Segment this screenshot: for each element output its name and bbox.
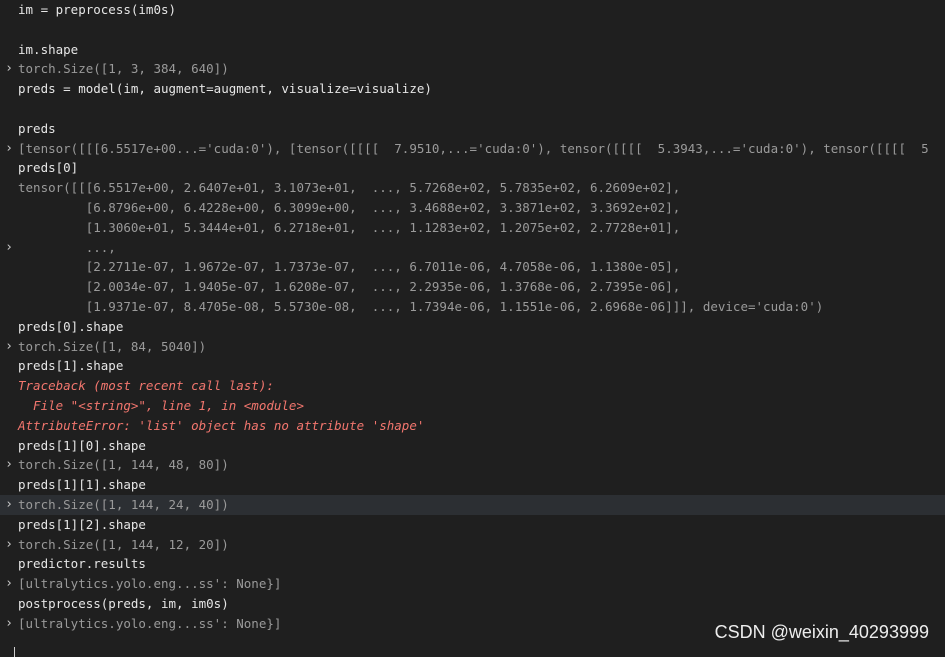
console-output-line[interactable]: › ...,	[0, 238, 945, 258]
console-line-text: predictor.results	[18, 556, 146, 572]
console-line-text: [tensor([[[6.5517e+00...='cuda:0'), [ten…	[18, 140, 929, 156]
console-line-text: torch.Size([1, 144, 24, 40])	[18, 496, 229, 512]
console-input-line: preds = model(im, augment=augment, visua…	[0, 79, 945, 99]
console-line-text: preds = model(im, augment=augment, visua…	[18, 81, 432, 97]
console-input-line: postprocess(preds, im, im0s)	[0, 594, 945, 614]
expand-chevron-icon[interactable]: ›	[2, 614, 16, 634]
console-line-text: File "<string>", line 1, in <module>	[18, 397, 304, 413]
console-output-line[interactable]: › torch.Size([1, 144, 12, 20])	[0, 535, 945, 555]
console-line-text: [ultralytics.yolo.eng...ss': None}]	[18, 615, 282, 631]
console-line-text: preds[0]	[18, 160, 79, 176]
console-input-line: preds[0]	[0, 158, 945, 178]
console-input-line: preds[1][2].shape	[0, 515, 945, 535]
watermark: CSDN @weixin_40293999	[714, 622, 929, 642]
expand-chevron-icon[interactable]: ›	[2, 337, 16, 357]
console-line-text: torch.Size([1, 144, 48, 80])	[18, 457, 229, 473]
console-input-line: preds	[0, 119, 945, 139]
console-input-line: preds[1].shape	[0, 356, 945, 376]
debug-console-output: im = preprocess(im0s) im.shape › torch.Size…	[0, 0, 945, 634]
console-output-line[interactable]: › torch.Size([1, 144, 24, 40])	[0, 494, 945, 515]
console-line-text: preds[1][2].shape	[18, 516, 146, 532]
console-output-line: [6.8796e+00, 6.4228e+00, 6.3099e+00, ...…	[0, 198, 945, 218]
console-input-line: preds[1][0].shape	[0, 436, 945, 456]
console-input-line: im.shape	[0, 40, 945, 60]
expand-chevron-icon[interactable]: ›	[2, 59, 16, 79]
console-output-line: tensor([[[6.5517e+00, 2.6407e+01, 3.1073…	[0, 178, 945, 198]
console-line-text: [ultralytics.yolo.eng...ss': None}]	[18, 576, 282, 592]
console-line-text: tensor([[[6.5517e+00, 2.6407e+01, 3.1073…	[18, 180, 681, 196]
console-line-text: preds[1][0].shape	[18, 437, 146, 453]
console-line-text: torch.Size([1, 3, 384, 640])	[18, 61, 229, 77]
console-line-text: [2.2711e-07, 1.9672e-07, 1.7373e-07, ...…	[18, 259, 681, 275]
expand-chevron-icon[interactable]: ›	[2, 455, 16, 475]
console-output-line[interactable]: › [tensor([[[6.5517e+00...='cuda:0'), [te…	[0, 139, 945, 159]
expand-chevron-icon[interactable]: ›	[2, 535, 16, 555]
console-input-line: preds[1][1].shape	[0, 475, 945, 495]
console-line-text: im = preprocess(im0s)	[18, 2, 177, 17]
console-output-line: [1.3060e+01, 5.3444e+01, 6.2718e+01, ...…	[0, 218, 945, 238]
console-output-line: [2.2711e-07, 1.9672e-07, 1.7373e-07, ...…	[0, 257, 945, 277]
console-line-text: torch.Size([1, 144, 12, 20])	[18, 536, 229, 552]
console-line-text: preds[0].shape	[18, 318, 124, 334]
console-line-text: ...,	[18, 239, 116, 255]
expand-chevron-icon[interactable]: ›	[2, 574, 16, 594]
console-error-line: AttributeError: 'list' object has no att…	[0, 416, 945, 436]
console-input-line: predictor.results	[0, 554, 945, 574]
console-line-text: [1.3060e+01, 5.3444e+01, 6.2718e+01, ...…	[18, 219, 681, 235]
console-output-line[interactable]: › torch.Size([1, 84, 5040])	[0, 337, 945, 357]
console-line-text: [6.8796e+00, 6.4228e+00, 6.3099e+00, ...…	[18, 199, 681, 215]
console-line-text: preds	[18, 120, 56, 136]
console-line-text: im.shape	[18, 41, 79, 57]
console-line-text: postprocess(preds, im, im0s)	[18, 595, 229, 611]
expand-chevron-icon[interactable]: ›	[2, 139, 16, 159]
console-input-caret[interactable]	[14, 647, 19, 657]
console-line-text: preds[1][1].shape	[18, 477, 146, 493]
console-line-text: Traceback (most recent call last):	[18, 378, 274, 394]
console-output-line[interactable]: › [ultralytics.yolo.eng...ss': None}]	[0, 574, 945, 594]
console-output-line: [1.9371e-07, 8.4705e-08, 5.5730e-08, ...…	[0, 297, 945, 317]
console-line-text: AttributeError: 'list' object has no att…	[18, 417, 425, 433]
console-line-text: [2.0034e-07, 1.9405e-07, 1.6208e-07, ...…	[18, 279, 681, 295]
expand-chevron-icon[interactable]: ›	[2, 238, 16, 258]
console-input-line: preds[0].shape	[0, 317, 945, 337]
expand-chevron-icon[interactable]: ›	[2, 495, 16, 515]
console-output-line: [2.0034e-07, 1.9405e-07, 1.6208e-07, ...…	[0, 277, 945, 297]
console-output-line[interactable]: › torch.Size([1, 144, 48, 80])	[0, 455, 945, 475]
console-error-line: Traceback (most recent call last):	[0, 376, 945, 396]
console-error-line: File "<string>", line 1, in <module>	[0, 396, 945, 416]
console-line-text: preds[1].shape	[18, 358, 124, 374]
console-input-line: im = preprocess(im0s)	[0, 0, 945, 20]
console-line-text: [1.9371e-07, 8.4705e-08, 5.5730e-08, ...…	[18, 298, 824, 314]
console-line-text: torch.Size([1, 84, 5040])	[18, 338, 207, 354]
console-output-line[interactable]: › torch.Size([1, 3, 384, 640])	[0, 59, 945, 79]
